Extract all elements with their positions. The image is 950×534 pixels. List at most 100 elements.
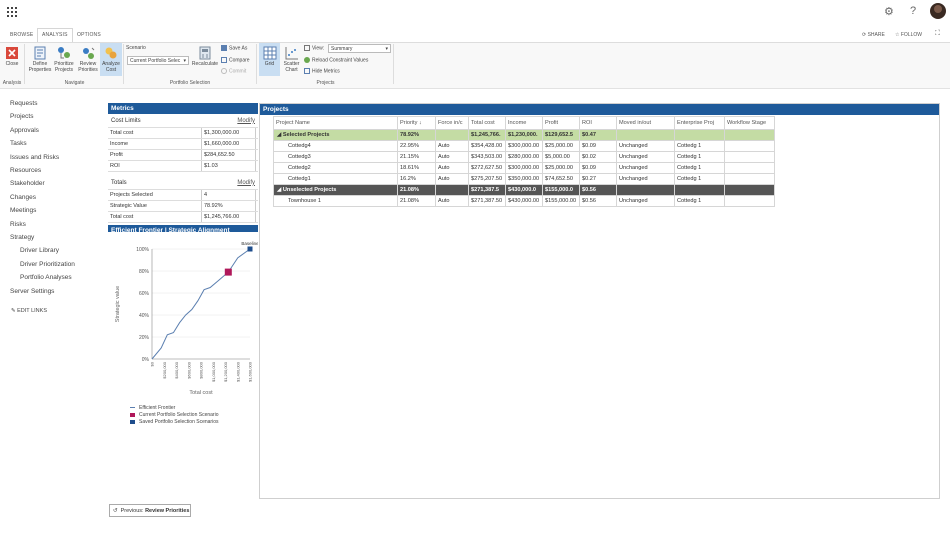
nav-item-approvals[interactable]: Approvals [10, 127, 39, 134]
nav-item-requests[interactable]: Requests [10, 100, 37, 107]
nav-item-projects[interactable]: Projects [10, 113, 33, 120]
legend-item-frontier: Efficient Frontier [130, 405, 219, 412]
table-cell: $271,387.5 [468, 184, 506, 196]
table-cell: $300,000.00 [505, 140, 543, 152]
nav-item-tasks[interactable]: Tasks [10, 140, 27, 147]
edit-links-button[interactable]: ✎ EDIT LINKS [11, 308, 47, 314]
x-tick-label: $800,000 [199, 361, 204, 378]
table-cell: Townhouse 1 [273, 195, 398, 207]
column-header[interactable]: Workflow Stage [724, 116, 775, 130]
y-tick-label: 20% [139, 335, 150, 341]
follow-button[interactable]: ☆ FOLLOW [895, 32, 922, 38]
analyze-cost-button[interactable]: Analyze Cost [100, 46, 122, 73]
table-row[interactable]: Cottedg1 16.2% Auto $275,207.50 $350,000.00 $… [273, 173, 775, 185]
nav-subitem-driver-library[interactable]: Driver Library [20, 247, 59, 254]
column-header[interactable]: Total cost [468, 116, 506, 130]
modify-limits-link[interactable]: Modify [237, 118, 255, 124]
gear-icon[interactable]: ⚙ [884, 5, 894, 18]
tab-browse[interactable]: BROWSE [10, 32, 33, 38]
table-row[interactable]: Cottedg4 22.95% Auto $354,428.00 $300,000.00… [273, 140, 775, 152]
review-priorities-button[interactable]: Review Priorities [76, 46, 100, 73]
define-properties-button[interactable]: Define Properties [27, 46, 53, 73]
group-row-selected[interactable]: ◢ Selected Projects 78.92% $1,245,766. $1,2… [273, 129, 775, 141]
recalculate-button[interactable]: Recalculate [191, 46, 219, 68]
close-label: Close [5, 61, 19, 67]
hide-metrics-icon [304, 68, 310, 74]
focus-icon[interactable]: ⛶ [935, 30, 940, 38]
grid-button[interactable]: Grid [259, 46, 280, 68]
table-row[interactable]: Townhouse 1 21.08% Auto $271,387.50 $430,000… [273, 195, 775, 207]
nav-item-risks[interactable]: Risks [10, 221, 26, 228]
ribbon-separator [256, 44, 257, 84]
reload-constraints-button[interactable]: Reload Constraint Values [304, 57, 368, 63]
prioritize-projects-button[interactable]: Prioritize Projects [52, 46, 76, 73]
table-cell [435, 129, 469, 141]
scatter-chart-button[interactable]: Scatter Chart [281, 46, 302, 73]
column-header[interactable]: Income [505, 116, 543, 130]
table-row[interactable]: Cottedg3 21.15% Auto $343,503.00 $280,000.00… [273, 151, 775, 163]
tab-options[interactable]: OPTIONS [77, 32, 101, 38]
column-header[interactable]: Enterprise Proj [674, 116, 725, 130]
cell-text: Cottedg2 [288, 165, 311, 171]
nav-item-strategy[interactable]: Strategy [10, 234, 34, 241]
previous-review-priorities-button[interactable]: ↺ Previous: Review Priorities [109, 504, 191, 517]
table-cell: Auto [435, 162, 469, 174]
close-button[interactable]: Close [3, 46, 21, 68]
table-cell: Cottedg 1 [674, 173, 725, 185]
sort-desc-icon[interactable]: ↓ [417, 120, 422, 126]
tab-analysis[interactable]: ANALYSIS [42, 32, 68, 38]
table-cell: $155,000.00 [542, 195, 580, 207]
current-scenario-point[interactable] [224, 268, 232, 276]
ribbon-separator [393, 44, 394, 84]
view-dropdown[interactable]: Summary ▾ [328, 44, 391, 53]
table-cell: 16.2% [397, 173, 436, 185]
table-cell [724, 140, 775, 152]
column-header[interactable]: Priority ↓ [397, 116, 436, 130]
nav-item-changes[interactable]: Changes [10, 194, 36, 201]
x-tick-label: $600,000 [186, 361, 191, 378]
y-tick-label: 40% [139, 313, 150, 319]
column-header[interactable]: Profit [542, 116, 580, 130]
review-label: Review Priorities [78, 61, 98, 73]
cost-limits-section: Cost Limits Modify [108, 114, 258, 128]
prioritize-icon [58, 47, 70, 59]
table-cell: $430,000.0 [505, 184, 543, 196]
metric-label: Total cost [108, 128, 202, 138]
metric-row: Profit $284,652.50 [108, 150, 258, 161]
nav-item-issues-and-risks[interactable]: Issues and Risks [10, 154, 59, 161]
table-cell: $25,000.00 [542, 140, 580, 152]
table-cell: Auto [435, 151, 469, 163]
compare-button[interactable]: Compare [221, 57, 250, 63]
metric-label: Profit [108, 150, 202, 160]
y-axis-label: Strategic value [115, 286, 121, 322]
commit-button[interactable]: Commit [221, 68, 246, 74]
share-button[interactable]: ⟳ SHARE [862, 32, 885, 38]
saved-scenario-point[interactable] [247, 246, 253, 252]
scenario-dropdown[interactable]: Current Portfolio Selec ▾ [127, 56, 189, 65]
reload-icon [304, 57, 310, 63]
nav-item-resources[interactable]: Resources [10, 167, 41, 174]
save-as-button[interactable]: Save As [221, 45, 247, 51]
nav-subitem-portfolio-analyses[interactable]: Portfolio Analyses [20, 274, 72, 281]
nav-item-meetings[interactable]: Meetings [10, 207, 36, 214]
group-row-unselected[interactable]: ◢ Unselected Projects 21.08% $271,387.5 $43… [273, 184, 775, 196]
help-icon[interactable]: ? [910, 5, 916, 17]
column-header[interactable]: Moved in/out [616, 116, 675, 130]
calculator-icon [199, 46, 211, 60]
hide-metrics-button[interactable]: Hide Metrics [304, 68, 340, 74]
nav-subitem-driver-prioritization[interactable]: Driver Prioritization [20, 261, 75, 268]
modify-totals-link[interactable]: Modify [237, 180, 255, 186]
nav-item-server-settings[interactable]: Server Settings [10, 288, 54, 295]
recalculate-label: Recalculate [191, 61, 219, 67]
column-header[interactable]: ROI [579, 116, 617, 130]
chart-legend: Efficient Frontier Current Portfolio Sel… [130, 405, 219, 426]
nav-item-stakeholder[interactable]: Stakeholder [10, 180, 45, 187]
table-cell: Cottedg4 [273, 140, 398, 152]
metric-label: ROI [108, 161, 202, 171]
table-row[interactable]: Cottedg2 18.61% Auto $272,627.50 $300,000.00… [273, 162, 775, 174]
avatar[interactable] [930, 3, 946, 19]
column-header[interactable]: Force in/c [435, 116, 469, 130]
app-launcher-icon[interactable] [7, 7, 17, 17]
column-header[interactable]: Project Name [273, 116, 398, 130]
table-cell: $5,000.00 [542, 151, 580, 163]
